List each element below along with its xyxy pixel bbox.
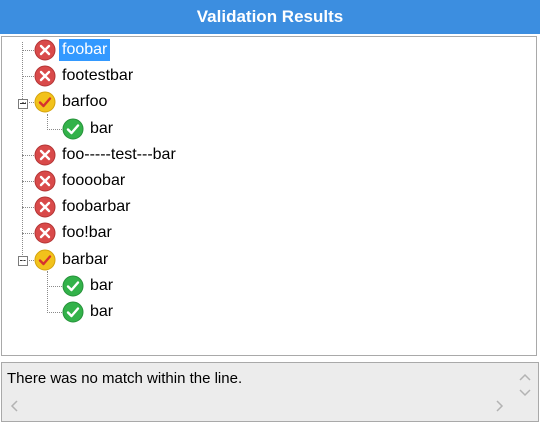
tree-item-label: foo!bar — [62, 224, 112, 242]
tree-item[interactable]: bar — [62, 116, 116, 142]
chevron-left-icon[interactable] — [10, 400, 18, 414]
success-check-icon — [62, 275, 84, 297]
tree-item-label: foooobar — [62, 172, 126, 189]
tree-connector — [47, 285, 62, 287]
tree-item[interactable]: bar — [62, 273, 116, 299]
expander-barbar[interactable] — [18, 256, 28, 266]
tree-item-label: bar — [90, 119, 114, 137]
results-tree[interactable]: foobar footestbar barfoo bar foo-----test---… — [1, 36, 537, 356]
tree-item[interactable]: foobarbar — [34, 194, 134, 220]
horizontal-scrollbar[interactable] — [4, 393, 512, 417]
tree-item-label: bar — [90, 303, 114, 320]
expander-barfoo[interactable] — [18, 99, 28, 109]
tree-item-label: bar — [90, 276, 114, 294]
error-x-icon — [34, 196, 56, 218]
tree-item[interactable]: foooobar — [34, 168, 128, 194]
tree-item-label: barfoo — [62, 93, 108, 111]
tree-root-connector — [22, 42, 23, 259]
success-check-icon — [62, 301, 84, 323]
error-x-icon — [34, 39, 56, 61]
status-panel: There was no match within the line. — [1, 362, 539, 422]
error-x-icon — [34, 222, 56, 244]
partial-check-icon — [34, 249, 56, 271]
tree-connector — [22, 233, 34, 235]
tree-item[interactable]: bar — [62, 299, 116, 325]
tree-item-label: foobarbar — [62, 198, 131, 216]
tree-connector — [47, 312, 62, 313]
tree-item[interactable]: foo-----test---bar — [34, 142, 179, 168]
tree-item-label: foobar — [59, 39, 111, 61]
success-check-icon — [62, 118, 84, 140]
tree-item-label: foo-----test---bar — [62, 145, 176, 163]
tree-connector — [22, 259, 34, 261]
tree-child-connector-barfoo — [47, 114, 48, 128]
status-message: There was no match within the line. — [7, 370, 243, 387]
tree-connector — [22, 181, 34, 182]
error-x-icon — [34, 144, 56, 166]
chevron-right-icon[interactable] — [496, 400, 504, 414]
tree-item[interactable]: barfoo — [34, 89, 110, 115]
error-x-icon — [34, 170, 56, 192]
partial-check-icon — [34, 91, 56, 113]
tree-item[interactable]: foobar — [34, 37, 111, 63]
tree-child-connector-barbar — [47, 271, 48, 311]
chevron-down-icon[interactable] — [519, 387, 531, 399]
chevron-up-icon[interactable] — [519, 371, 531, 383]
validation-results-header: Validation Results — [0, 0, 540, 34]
error-x-icon — [34, 65, 56, 87]
tree-item[interactable]: barbar — [34, 247, 111, 273]
tree-connector — [22, 50, 34, 51]
tree-item[interactable]: footestbar — [34, 63, 136, 89]
tree-item[interactable]: foo!bar — [34, 220, 115, 246]
header-title: Validation Results — [196, 7, 344, 26]
tree-connector — [22, 207, 34, 209]
tree-item-label: footestbar — [62, 67, 134, 85]
tree-connector — [22, 154, 34, 156]
tree-connector — [47, 128, 62, 130]
tree-connector — [22, 102, 34, 104]
tree-connector — [22, 76, 34, 78]
tree-item-label: barbar — [62, 250, 109, 268]
